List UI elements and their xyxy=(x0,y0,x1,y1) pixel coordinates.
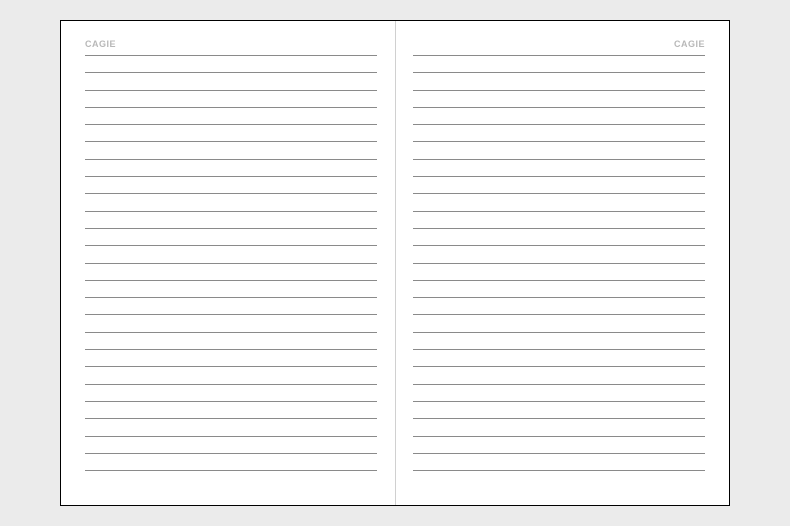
ruled-line xyxy=(85,264,377,281)
ruled-line xyxy=(85,281,377,298)
ruled-line xyxy=(85,212,377,229)
ruled-line xyxy=(413,437,705,454)
notebook-spread: CAGIE CAGIE xyxy=(60,20,730,506)
ruled-line xyxy=(413,125,705,142)
ruled-line xyxy=(413,177,705,194)
ruled-line xyxy=(85,91,377,108)
ruled-line xyxy=(85,437,377,454)
ruled-line xyxy=(413,160,705,177)
ruled-line xyxy=(413,315,705,332)
ruled-line xyxy=(85,419,377,436)
ruled-line xyxy=(85,385,377,402)
ruled-line xyxy=(85,367,377,384)
ruled-line xyxy=(413,454,705,471)
ruled-line xyxy=(413,367,705,384)
ruled-line xyxy=(85,454,377,471)
ruled-line xyxy=(85,108,377,125)
ruled-line xyxy=(85,350,377,367)
ruled-line xyxy=(85,402,377,419)
ruled-line xyxy=(413,419,705,436)
ruled-line xyxy=(85,246,377,263)
ruled-line xyxy=(413,194,705,211)
brand-label-right: CAGIE xyxy=(413,39,705,53)
ruled-line xyxy=(85,142,377,159)
ruled-line xyxy=(85,125,377,142)
ruled-line xyxy=(413,212,705,229)
right-page: CAGIE xyxy=(395,21,729,505)
ruled-line xyxy=(85,73,377,90)
ruled-line xyxy=(85,194,377,211)
ruled-line xyxy=(413,91,705,108)
ruled-line xyxy=(413,142,705,159)
ruled-line xyxy=(413,333,705,350)
ruled-line xyxy=(413,108,705,125)
brand-label-left: CAGIE xyxy=(85,39,377,53)
ruled-lines-left xyxy=(85,55,377,471)
ruled-line xyxy=(413,350,705,367)
ruled-line xyxy=(85,56,377,73)
ruled-line xyxy=(85,298,377,315)
ruled-line xyxy=(413,281,705,298)
ruled-line xyxy=(413,73,705,90)
ruled-line xyxy=(85,229,377,246)
ruled-line xyxy=(413,246,705,263)
ruled-line xyxy=(85,315,377,332)
ruled-lines-right xyxy=(413,55,705,471)
ruled-line xyxy=(413,56,705,73)
left-page: CAGIE xyxy=(61,21,395,505)
ruled-line xyxy=(413,385,705,402)
ruled-line xyxy=(85,333,377,350)
ruled-line xyxy=(413,298,705,315)
ruled-line xyxy=(85,177,377,194)
ruled-line xyxy=(413,402,705,419)
ruled-line xyxy=(85,160,377,177)
ruled-line xyxy=(413,229,705,246)
ruled-line xyxy=(413,264,705,281)
